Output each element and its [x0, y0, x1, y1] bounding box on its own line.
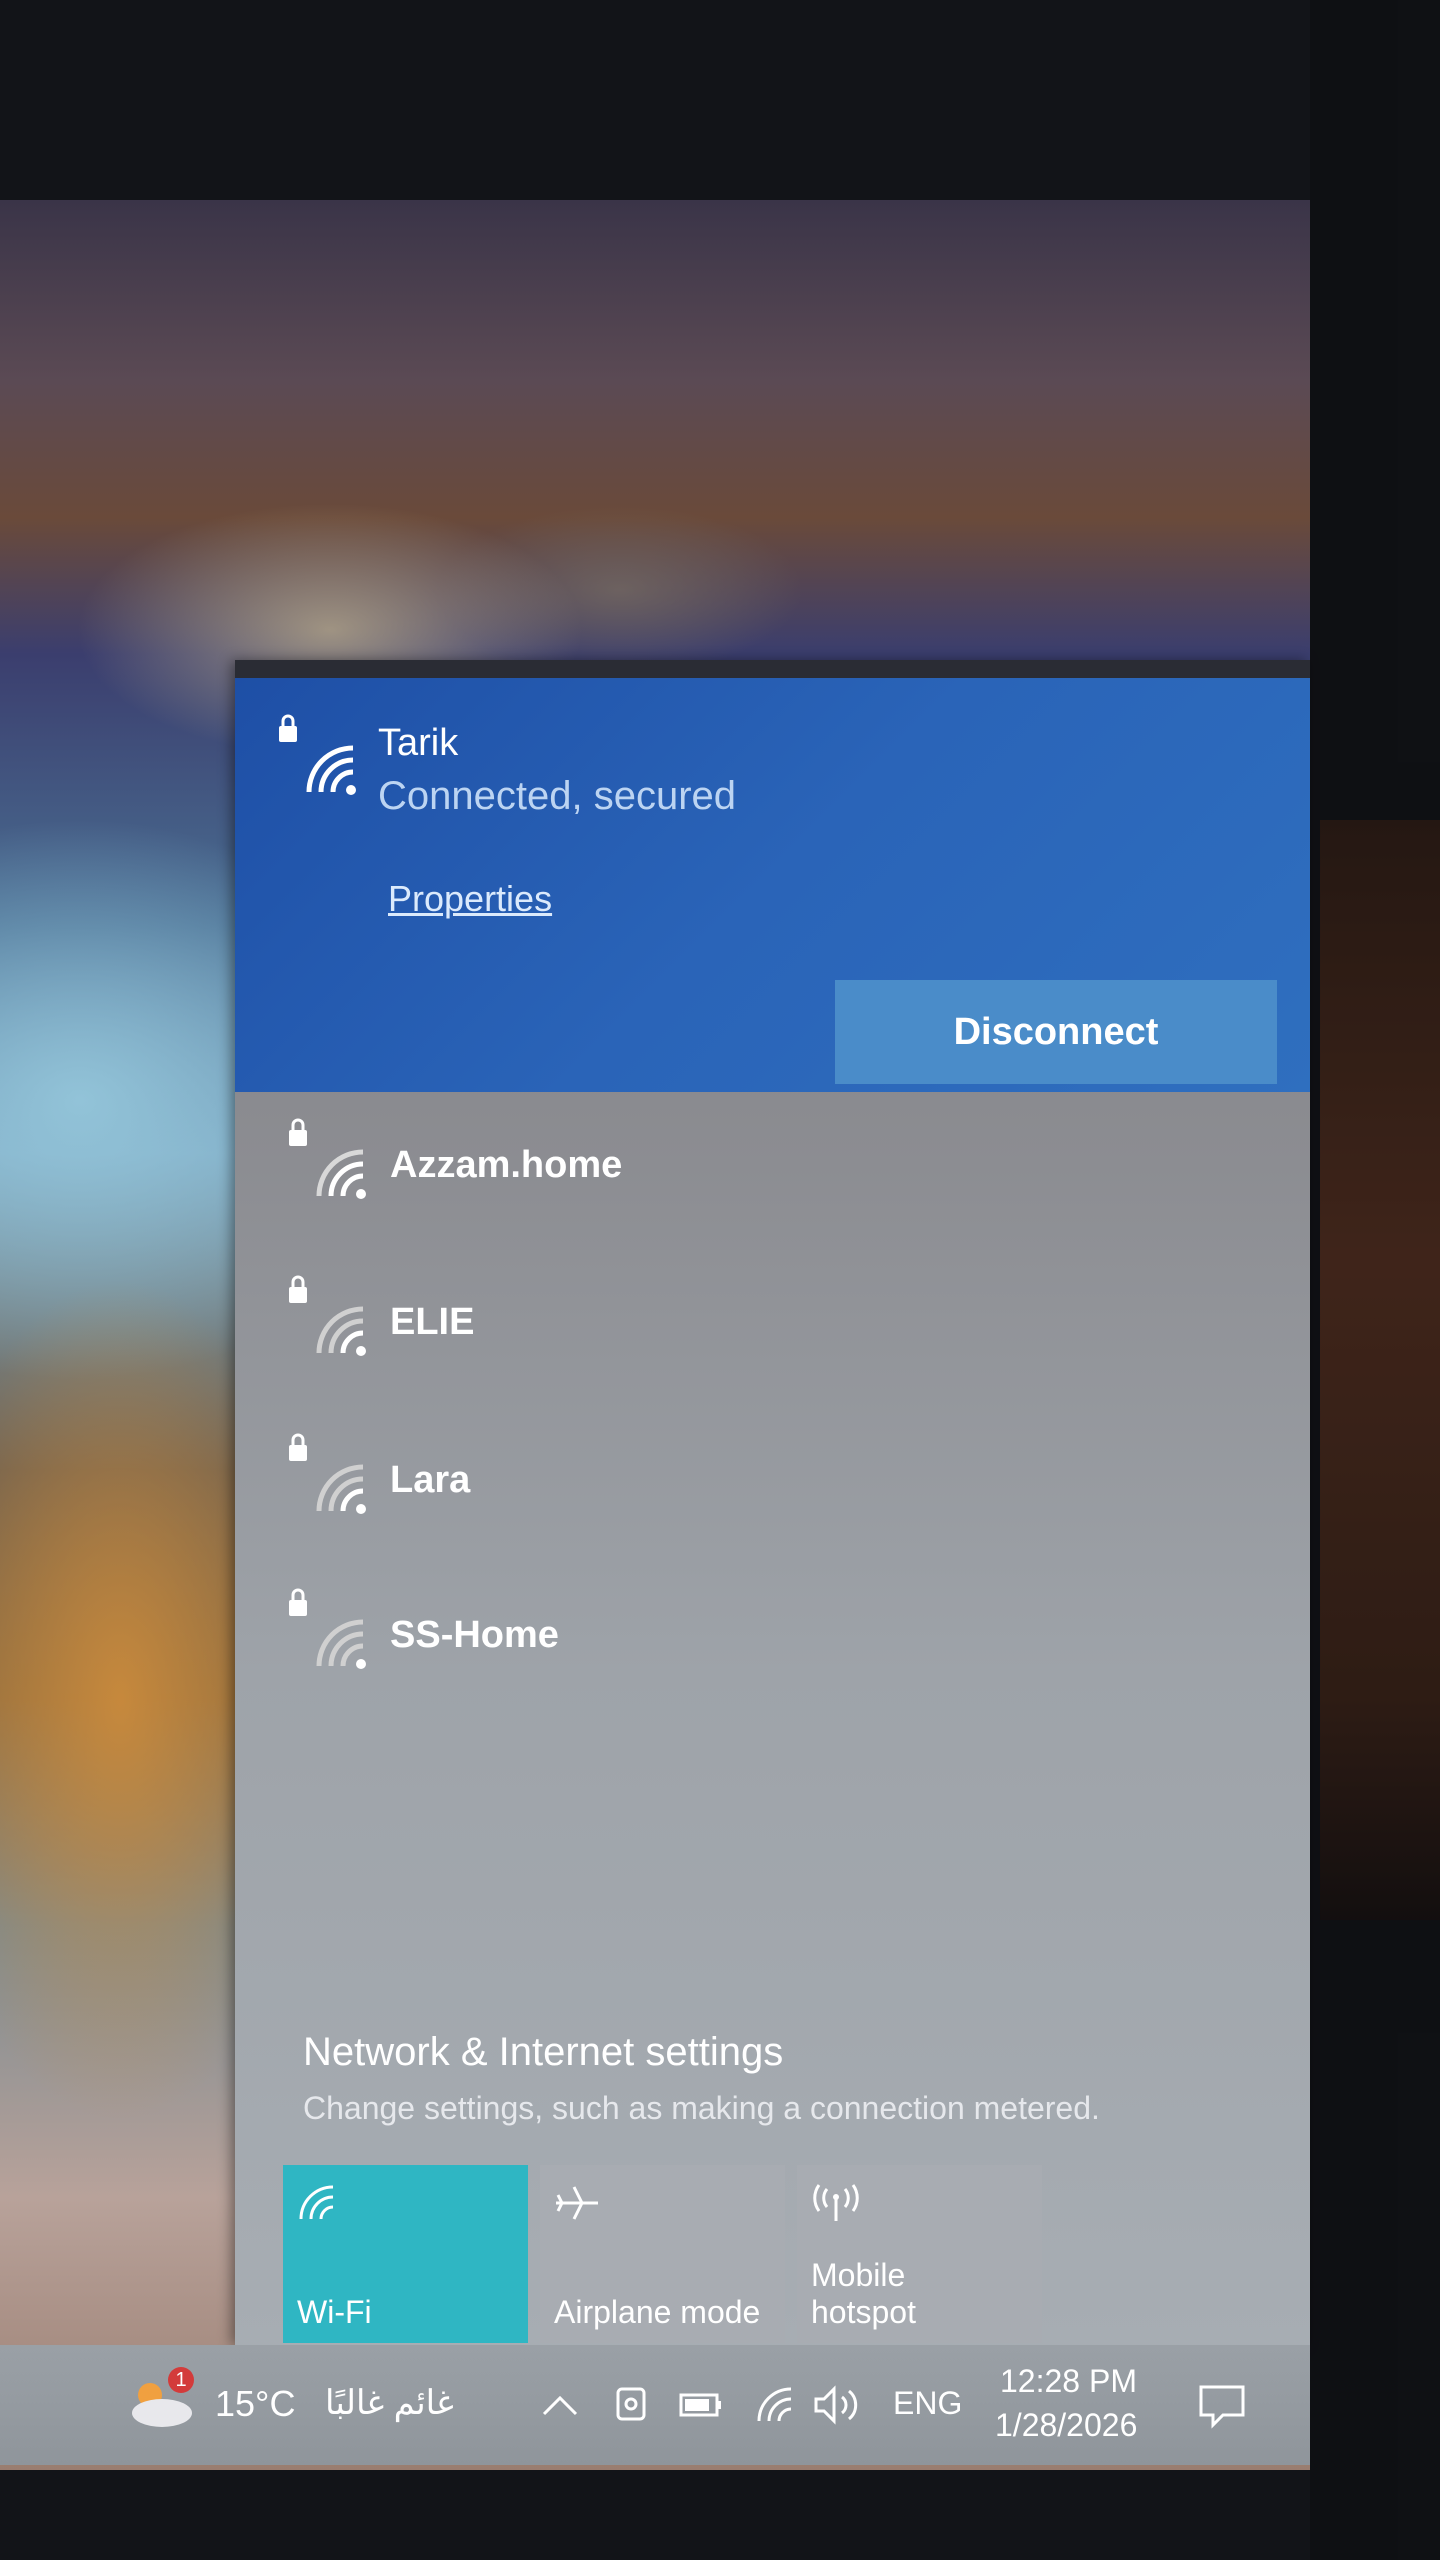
taskbar: 1 15°C غائم غالبًا ENG 12:28 PM 1/28/202…: [0, 2345, 1310, 2465]
network-name: ELIE: [390, 1301, 475, 1343]
wifi-secured-icon: [289, 1275, 366, 1356]
wifi-secured-icon: [289, 1118, 366, 1199]
weather-condition-text[interactable]: غائم غالبًا: [325, 2383, 454, 2423]
monitor-bezel: [1310, 0, 1440, 2560]
clock-time[interactable]: 12:28 PM: [1000, 2363, 1137, 2400]
network-internet-settings-link[interactable]: Network & Internet settings: [303, 2030, 783, 2075]
network-item-azzam-home[interactable]: Azzam.home: [235, 1110, 1310, 1230]
connection-status: Connected, secured: [378, 774, 737, 818]
chevron-up-icon[interactable]: [540, 2390, 580, 2420]
hotspot-tile-label: Mobile hotspot: [811, 2257, 916, 2331]
network-name: Azzam.home: [390, 1144, 623, 1186]
network-flyout: Tarik Connected, secured Properties Disc…: [235, 660, 1310, 2345]
connected-network-name: Tarik: [378, 722, 459, 764]
clock-date[interactable]: 1/28/2026: [995, 2407, 1137, 2444]
hotspot-label-line1: Mobile: [811, 2257, 906, 2294]
network-item-lara[interactable]: Lara: [235, 1425, 1310, 1545]
disconnect-button[interactable]: Disconnect: [835, 980, 1277, 1084]
wifi-secured-icon: [289, 1433, 366, 1514]
network-name: Lara: [390, 1459, 471, 1501]
wifi-secured-icon: [279, 714, 356, 795]
hotspot-label-line2: hotspot: [811, 2294, 916, 2331]
airplane-mode-tile[interactable]: Airplane mode: [540, 2165, 785, 2343]
volume-icon[interactable]: [812, 2383, 862, 2427]
connected-network-panel[interactable]: Tarik Connected, secured Properties Disc…: [235, 678, 1310, 1092]
weather-notification-badge: 1: [168, 2367, 194, 2393]
wifi-toggle-tile[interactable]: Wi-Fi: [283, 2165, 528, 2343]
meet-now-icon[interactable]: [612, 2383, 652, 2427]
battery-charging-icon[interactable]: [675, 2389, 725, 2421]
wifi-icon[interactable]: [755, 2385, 795, 2425]
flyout-top-edge: [235, 660, 1310, 678]
settings-description: Change settings, such as making a connec…: [303, 2090, 1100, 2126]
network-name: SS-Home: [390, 1614, 559, 1656]
temperature-text[interactable]: 15°C: [215, 2383, 295, 2425]
airplane-icon: [556, 2186, 598, 2220]
network-item-elie[interactable]: ELIE: [235, 1267, 1310, 1387]
input-language-indicator[interactable]: ENG: [893, 2385, 962, 2422]
action-center-icon[interactable]: [1195, 2381, 1249, 2429]
mobile-hotspot-tile[interactable]: Mobile hotspot: [797, 2165, 1042, 2343]
airplane-tile-label: Airplane mode: [554, 2294, 761, 2331]
wifi-icon: [299, 2185, 334, 2220]
hotspot-icon: [813, 2184, 859, 2221]
wifi-tile-label: Wi-Fi: [297, 2294, 372, 2331]
properties-link[interactable]: Properties: [388, 878, 552, 920]
wifi-secured-icon: [289, 1588, 366, 1669]
network-item-ss-home[interactable]: SS-Home: [235, 1580, 1310, 1700]
